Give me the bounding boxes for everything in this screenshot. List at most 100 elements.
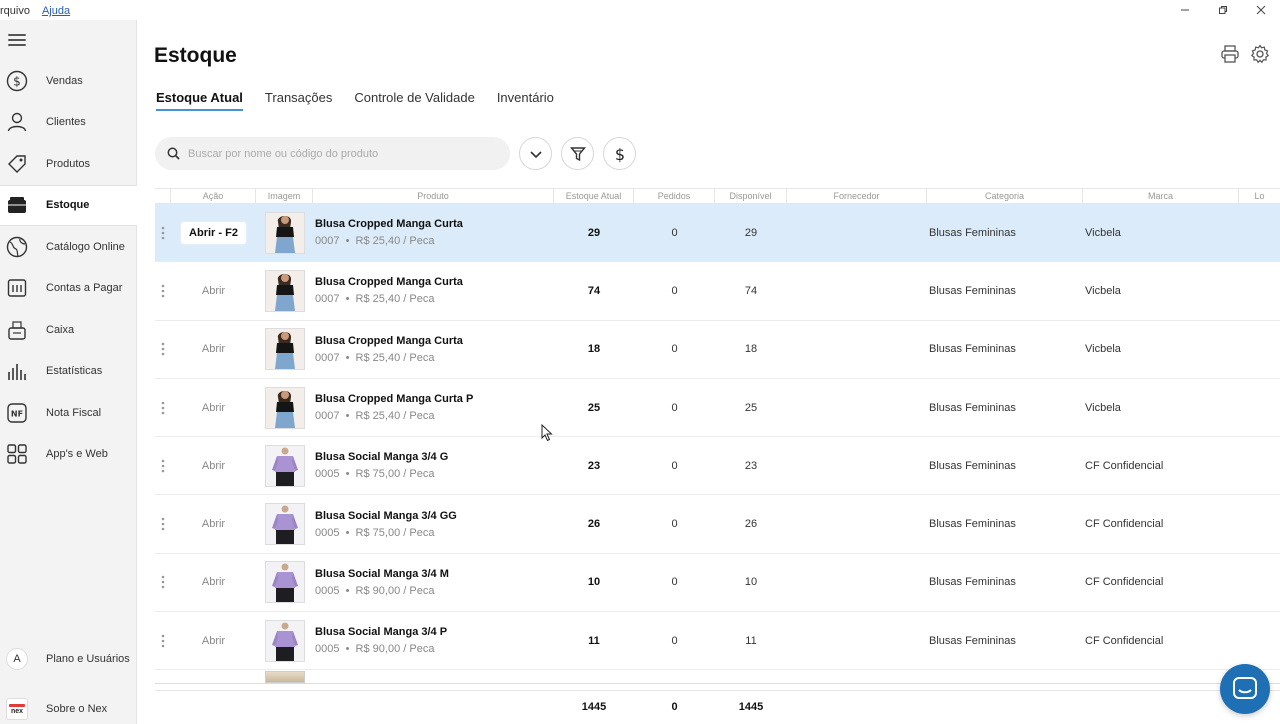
product-thumbnail[interactable] [264, 619, 305, 662]
product-thumbnail[interactable] [264, 386, 305, 429]
row-menu-button[interactable] [155, 204, 171, 261]
sidebar-bottom: A Plano e Usuários nex Sobre o Nex [0, 634, 137, 724]
table-row-partial [155, 670, 1280, 685]
product-thumbnail[interactable] [264, 503, 305, 546]
sidebar-item-vendas[interactable]: $ Vendas [0, 60, 137, 102]
table-row[interactable]: Abrir Blusa Cropped Manga Curta 0007 • R… [155, 321, 1280, 379]
price-button[interactable]: $ [603, 137, 636, 170]
open-button[interactable]: Abrir [202, 285, 225, 297]
column-imagem[interactable]: Imagem [256, 189, 313, 203]
sidebar-item-contas-a-pagar[interactable]: Contas a Pagar [0, 268, 137, 310]
dollar-circle-icon: $ [6, 70, 28, 92]
sidebar-item-sobre-o-nex[interactable]: nex Sobre o Nex [0, 684, 137, 724]
sidebar-item-apps-e-web[interactable]: App's e Web [0, 434, 137, 476]
open-button[interactable]: Abrir [202, 635, 225, 647]
sidebar-item-nota-fiscal[interactable]: NF Nota Fiscal [0, 392, 137, 434]
sidebar-item-estatisticas[interactable]: Estatísticas [0, 351, 137, 393]
mouse-cursor-icon [541, 424, 553, 442]
filter-button[interactable] [561, 137, 594, 170]
column-disponivel[interactable]: Disponível [715, 189, 787, 203]
product-thumbnail[interactable] [264, 269, 305, 312]
menu-arquivo[interactable]: rquivo [0, 5, 30, 17]
column-produto[interactable]: Produto [313, 189, 554, 203]
settings-button[interactable] [1250, 44, 1270, 64]
grid-icon [6, 443, 28, 465]
product-thumbnail[interactable] [264, 328, 305, 371]
open-button[interactable]: Abrir [202, 576, 225, 588]
kebab-menu-icon [161, 459, 165, 473]
table-row[interactable]: Abrir Blusa Cropped Manga Curta P 0007 •… [155, 379, 1280, 438]
tab-estoque-atual[interactable]: Estoque Atual [156, 90, 243, 111]
cell-disponivel: 29 [744, 226, 758, 239]
search-input[interactable] [188, 147, 488, 160]
cell-categoria: Blusas Femininas [929, 634, 1016, 647]
table-row[interactable]: Abrir Blusa Social Manga 3/4 M 0005 • R$… [155, 554, 1280, 613]
cell-marca: CF Confidencial [1085, 634, 1164, 647]
sidebar-nav: $ Vendas Clientes Produtos Estoque Catál… [0, 60, 137, 475]
sidebar-item-label: Clientes [46, 116, 86, 129]
tab-bar: Estoque Atual Transações Controle de Val… [156, 90, 554, 111]
sidebar-item-clientes[interactable]: Clientes [0, 102, 137, 144]
cell-marca: CF Confidencial [1085, 576, 1164, 589]
menu-ajuda[interactable]: Ajuda [42, 5, 70, 17]
close-icon [1256, 5, 1266, 15]
column-pedidos[interactable]: Pedidos [634, 189, 715, 203]
table-row[interactable]: Abrir Blusa Social Manga 3/4 G 0005 • R$… [155, 437, 1280, 496]
table-row[interactable]: Abrir - F2 Blusa Cropped Manga Curta 000… [155, 204, 1280, 263]
bar-chart-icon [6, 360, 28, 382]
sidebar-item-caixa[interactable]: Caixa [0, 309, 137, 351]
minimize-button[interactable] [1166, 0, 1204, 20]
cell-lo [1239, 379, 1280, 436]
svg-text:$: $ [13, 74, 21, 88]
print-button[interactable] [1220, 44, 1240, 64]
product-name: Blusa Cropped Manga Curta [315, 218, 463, 231]
column-marca[interactable]: Marca [1083, 189, 1239, 203]
row-menu-button[interactable] [155, 554, 171, 611]
table-row[interactable]: Abrir Blusa Social Manga 3/4 P 0005 • R$… [155, 612, 1280, 671]
expand-options-button[interactable] [519, 137, 552, 170]
row-menu-button[interactable] [155, 437, 171, 494]
cell-imagem [256, 379, 313, 436]
open-button[interactable]: Abrir - F2 [181, 221, 246, 244]
column-categoria[interactable]: Categoria [927, 189, 1083, 203]
cell-categoria: Blusas Femininas [929, 343, 1016, 356]
product-name: Blusa Social Manga 3/4 G [315, 451, 449, 464]
column-fornecedor[interactable]: Fornecedor [787, 189, 927, 203]
table-row[interactable]: Abrir Blusa Social Manga 3/4 GG 0005 • R… [155, 495, 1280, 554]
product-thumbnail[interactable] [264, 561, 305, 604]
tab-inventario[interactable]: Inventário [497, 90, 554, 111]
open-button[interactable]: Abrir [202, 402, 225, 414]
row-menu-button[interactable] [155, 612, 171, 669]
row-menu-button[interactable] [155, 379, 171, 436]
sidebar-item-plano-usuarios[interactable]: A Plano e Usuários [0, 634, 137, 684]
cell-pedidos: 0 [671, 518, 678, 531]
cell-acao: Abrir [171, 379, 256, 436]
column-lo[interactable]: Lo [1239, 189, 1280, 203]
sidebar-item-catalogo[interactable]: Catálogo Online [0, 226, 137, 268]
restore-button[interactable] [1204, 0, 1242, 20]
cell-marca: Vicbela [1085, 226, 1121, 239]
column-estoque-atual[interactable]: Estoque Atual [554, 189, 634, 203]
cell-pedidos: 0 [671, 459, 678, 472]
row-menu-button[interactable] [155, 495, 171, 552]
sidebar-item-produtos[interactable]: Produtos [0, 143, 137, 185]
cell-produto: Blusa Social Manga 3/4 G 0005 • R$ 75,00… [313, 437, 554, 494]
open-button[interactable]: Abrir [202, 343, 225, 355]
column-acao[interactable]: Ação [171, 189, 256, 203]
cell-disponivel: 74 [744, 284, 758, 297]
sidebar-item-estoque[interactable]: Estoque [0, 184, 137, 226]
open-button[interactable]: Abrir [202, 460, 225, 472]
tab-controle-de-validade[interactable]: Controle de Validade [354, 90, 474, 111]
table-row[interactable]: Abrir Blusa Cropped Manga Curta 0007 • R… [155, 262, 1280, 321]
product-thumbnail[interactable] [264, 444, 305, 487]
chat-button[interactable] [1220, 664, 1270, 714]
tab-transacoes[interactable]: Transações [265, 90, 332, 111]
row-menu-button[interactable] [155, 321, 171, 378]
hamburger-menu-icon[interactable] [8, 34, 26, 48]
product-thumbnail[interactable] [264, 211, 305, 254]
open-button[interactable]: Abrir [202, 518, 225, 530]
sidebar-item-label: Caixa [46, 323, 75, 336]
cell-lo [1239, 437, 1280, 494]
row-menu-button[interactable] [155, 262, 171, 319]
close-button[interactable] [1242, 0, 1280, 20]
